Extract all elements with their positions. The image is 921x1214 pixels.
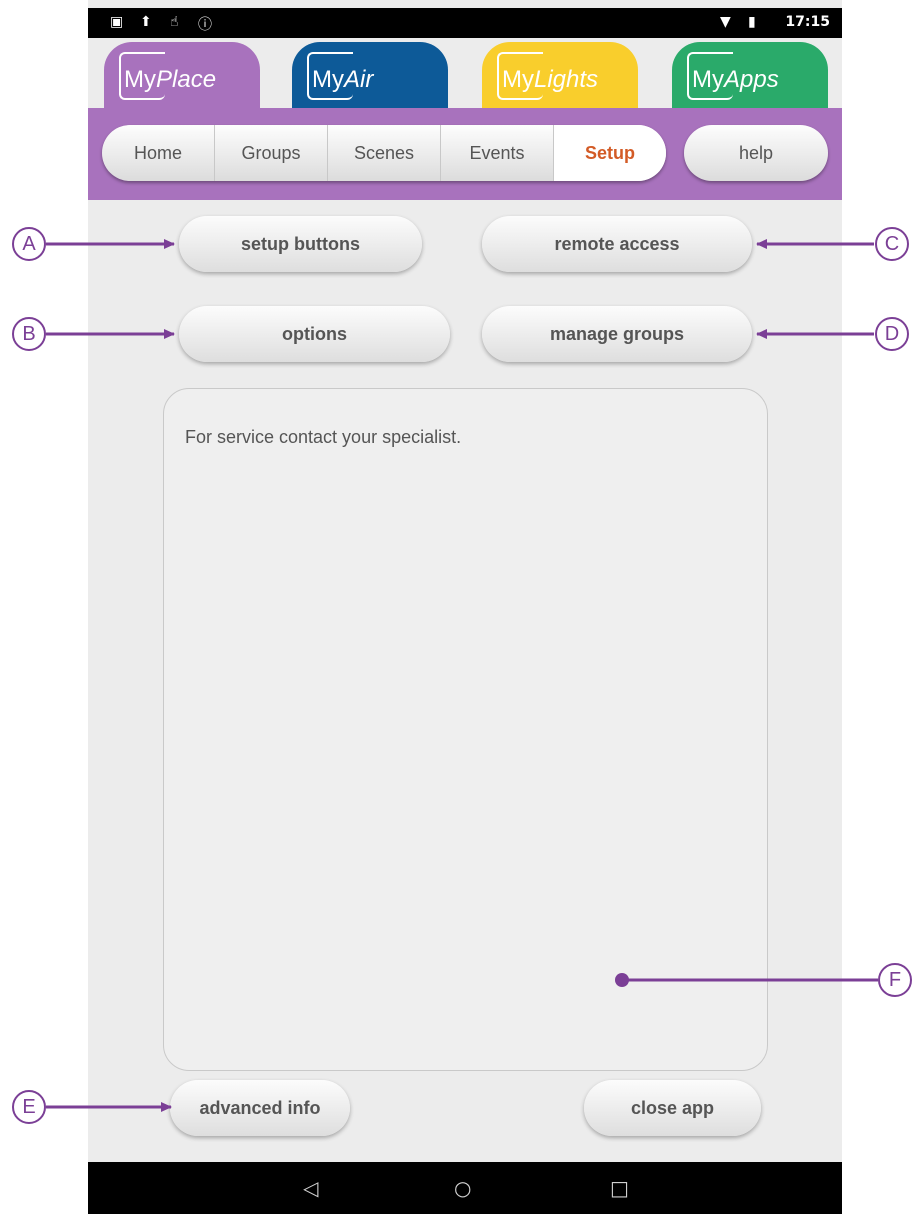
arrow-f-dot (615, 973, 629, 987)
callout-b: B (12, 317, 46, 351)
callout-c: C (875, 227, 909, 261)
callout-d: D (875, 317, 909, 351)
callout-a: A (12, 227, 46, 261)
callout-f: F (878, 963, 912, 997)
callout-e: E (12, 1090, 46, 1124)
callout-arrows (46, 239, 878, 1112)
